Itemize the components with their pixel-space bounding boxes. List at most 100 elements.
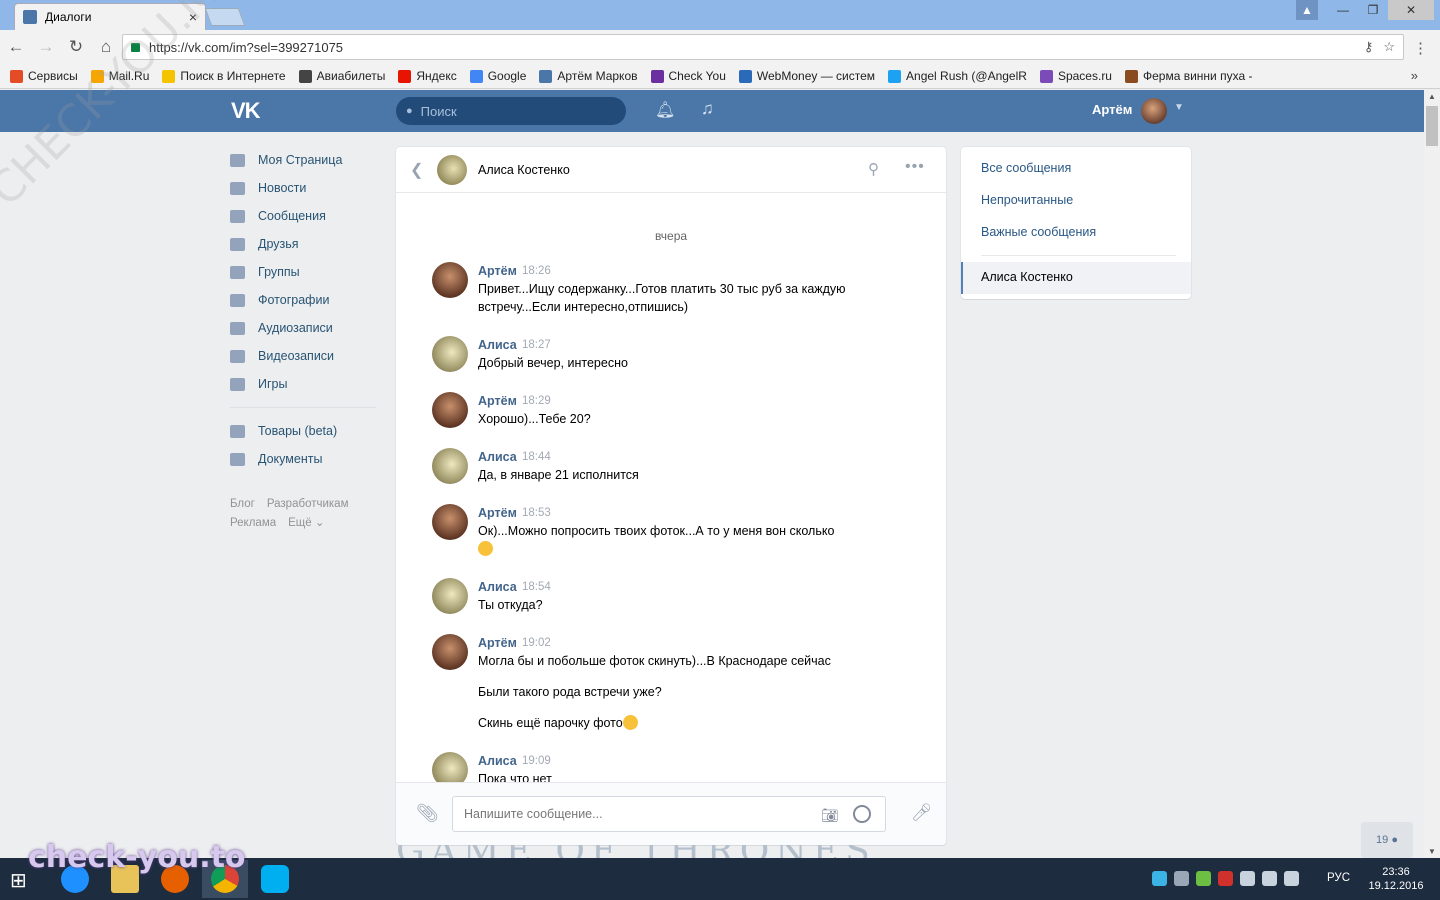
contact-avatar[interactable] xyxy=(437,155,467,185)
author-avatar[interactable] xyxy=(432,634,468,670)
vk-header: VK ● Поиск 🔔︎ ♫ Артём ▼ xyxy=(0,90,1424,132)
menu-item-docs[interactable]: Документы xyxy=(230,445,376,473)
emoji-icon[interactable] xyxy=(853,805,871,823)
page-scrollbar[interactable]: ▲ ▼ xyxy=(1424,90,1440,858)
flag-tray-icon[interactable] xyxy=(1240,871,1255,886)
online-friends-badge[interactable]: 19 ● xyxy=(1361,822,1413,858)
reload-icon[interactable]: ↻ xyxy=(62,37,90,57)
scroll-down-icon[interactable]: ▼ xyxy=(1428,847,1436,856)
author-avatar[interactable] xyxy=(432,336,468,372)
search-input[interactable]: ● Поиск xyxy=(396,97,626,125)
author-name[interactable]: Артём xyxy=(478,636,517,650)
green-tray-icon[interactable] xyxy=(1196,871,1211,886)
menu-item-messages[interactable]: Сообщения xyxy=(230,202,376,230)
profile-icon[interactable]: ▲ xyxy=(1296,0,1318,20)
menu-item-video[interactable]: Видеозаписи xyxy=(230,342,376,370)
camera-icon[interactable]: 📷︎ xyxy=(821,807,839,824)
bookmark-services[interactable]: Сервисы xyxy=(10,69,78,83)
message-text: Могла бы и побольше фоток скинуть)...В К… xyxy=(478,654,831,730)
message-time: 18:53 xyxy=(522,507,551,519)
active-dialog-item[interactable]: Алиса Костенко xyxy=(961,262,1191,294)
browser-menu-icon[interactable]: ⋮ xyxy=(1413,39,1428,57)
address-bar[interactable]: https://vk.com/im?sel=399271075 ⚷ ☆ xyxy=(122,34,1404,60)
language-indicator[interactable]: РУС xyxy=(1327,872,1350,884)
steam-tray-icon[interactable] xyxy=(1174,871,1189,886)
message-text: Привет...Ищу содержанку...Готов платить … xyxy=(478,282,846,314)
microphone-icon[interactable]: 🎤︎ xyxy=(911,803,933,823)
minimize-button[interactable]: — xyxy=(1328,0,1358,20)
author-avatar[interactable] xyxy=(432,392,468,428)
more-dots-icon[interactable]: ••• xyxy=(905,158,925,176)
back-arrow-icon[interactable]: ← xyxy=(2,37,30,57)
volume-tray-icon[interactable] xyxy=(1284,871,1299,886)
bell-icon[interactable]: 🔔︎ xyxy=(655,100,675,120)
author-avatar[interactable] xyxy=(432,448,468,484)
menu-item-groups[interactable]: Группы xyxy=(230,258,376,286)
author-avatar[interactable] xyxy=(432,262,468,298)
menu-item-audio[interactable]: Аудиозаписи xyxy=(230,314,376,342)
red-tray-icon[interactable] xyxy=(1218,871,1233,886)
footer-more-link[interactable]: Ещё ⌄ xyxy=(288,517,324,529)
footer-developers-link[interactable]: Разработчикам xyxy=(267,498,349,510)
author-name[interactable]: Алиса xyxy=(478,580,517,594)
author-avatar[interactable] xyxy=(432,752,468,782)
star-icon[interactable]: ☆ xyxy=(1383,39,1395,55)
search-icon[interactable]: ⚲ xyxy=(868,160,879,178)
bookmark-yandex[interactable]: Яндекс xyxy=(398,69,457,83)
bookmark-artem[interactable]: Артём Марков xyxy=(539,69,638,83)
menu-item-friends[interactable]: Друзья xyxy=(230,230,376,258)
header-user-name[interactable]: Артём xyxy=(1092,102,1132,117)
menu-item-my-page[interactable]: Моя Страница xyxy=(230,146,376,174)
scrollbar-thumb[interactable] xyxy=(1426,106,1438,146)
music-icon[interactable]: ♫ xyxy=(701,99,714,119)
bookmark-search[interactable]: Поиск в Интернете xyxy=(162,69,286,83)
menu-item-photos[interactable]: Фотографии xyxy=(230,286,376,314)
close-window-button[interactable]: ✕ xyxy=(1388,0,1434,20)
chevron-down-icon[interactable]: ▼ xyxy=(1174,102,1184,113)
bookmark-webmoney[interactable]: WebMoney — систем xyxy=(738,69,875,83)
menu-item-news[interactable]: Новости xyxy=(230,174,376,202)
header-avatar[interactable] xyxy=(1141,98,1167,124)
chat-bubble-icon xyxy=(230,209,245,223)
filter-divider xyxy=(981,255,1176,256)
vk-logo[interactable]: VK xyxy=(231,98,261,124)
contact-name[interactable]: Алиса Костенко xyxy=(478,163,570,177)
author-avatar[interactable] xyxy=(432,504,468,540)
author-name[interactable]: Алиса xyxy=(478,754,517,768)
taskbar-clock[interactable]: 23:36 19.12.2016 xyxy=(1368,865,1424,893)
filter-all-messages[interactable]: Все сообщения xyxy=(981,161,1071,175)
author-name[interactable]: Артём xyxy=(478,394,517,408)
author-name[interactable]: Алиса xyxy=(478,450,517,464)
menu-item-games[interactable]: Игры xyxy=(230,370,376,398)
bookmark-twitter[interactable]: Angel Rush (@AngelR xyxy=(888,69,1027,83)
windows-start-icon[interactable]: ⊞ xyxy=(10,868,27,893)
scroll-up-icon[interactable]: ▲ xyxy=(1428,92,1436,101)
filter-important[interactable]: Важные сообщения xyxy=(981,225,1096,239)
paperclip-icon[interactable]: 📎︎ xyxy=(416,803,439,824)
maximize-button[interactable]: ❐ xyxy=(1358,0,1388,20)
bookmark-avia[interactable]: Авиабилеты xyxy=(298,69,385,83)
bookmark-google[interactable]: Google xyxy=(469,69,526,83)
menu-item-market[interactable]: Товары (beta) xyxy=(230,417,376,445)
taskbar-skype[interactable] xyxy=(252,860,298,898)
bookmark-spaces[interactable]: Spaces.ru xyxy=(1039,69,1112,83)
author-name[interactable]: Артём xyxy=(478,264,517,278)
footer-ads-link[interactable]: Реклама xyxy=(230,517,276,529)
key-icon[interactable]: ⚷ xyxy=(1364,39,1374,55)
author-name[interactable]: Алиса xyxy=(478,338,517,352)
bookmarks-more-icon[interactable]: » xyxy=(1411,68,1418,83)
message-list[interactable]: вчера Артём 18:26 Привет...Ищу содержанк… xyxy=(396,194,946,782)
url-text[interactable]: https://vk.com/im?sel=399271075 xyxy=(149,40,1364,55)
back-chevron-icon[interactable]: ❮ xyxy=(410,160,423,180)
author-avatar[interactable] xyxy=(432,578,468,614)
author-name[interactable]: Артём xyxy=(478,506,517,520)
network-tray-icon[interactable] xyxy=(1262,871,1277,886)
forward-arrow-icon[interactable]: → xyxy=(32,37,60,57)
skype-tray-icon[interactable] xyxy=(1152,871,1167,886)
search-key-icon xyxy=(162,69,176,83)
footer-blog-link[interactable]: Блог xyxy=(230,498,255,510)
bookmark-checkyou[interactable]: Check You xyxy=(650,69,726,83)
bookmark-farm[interactable]: Ферма винни пуха - xyxy=(1124,69,1252,83)
window-controls: ▲ — ❐ ✕ xyxy=(1296,0,1434,20)
filter-unread[interactable]: Непрочитанные xyxy=(981,193,1073,207)
